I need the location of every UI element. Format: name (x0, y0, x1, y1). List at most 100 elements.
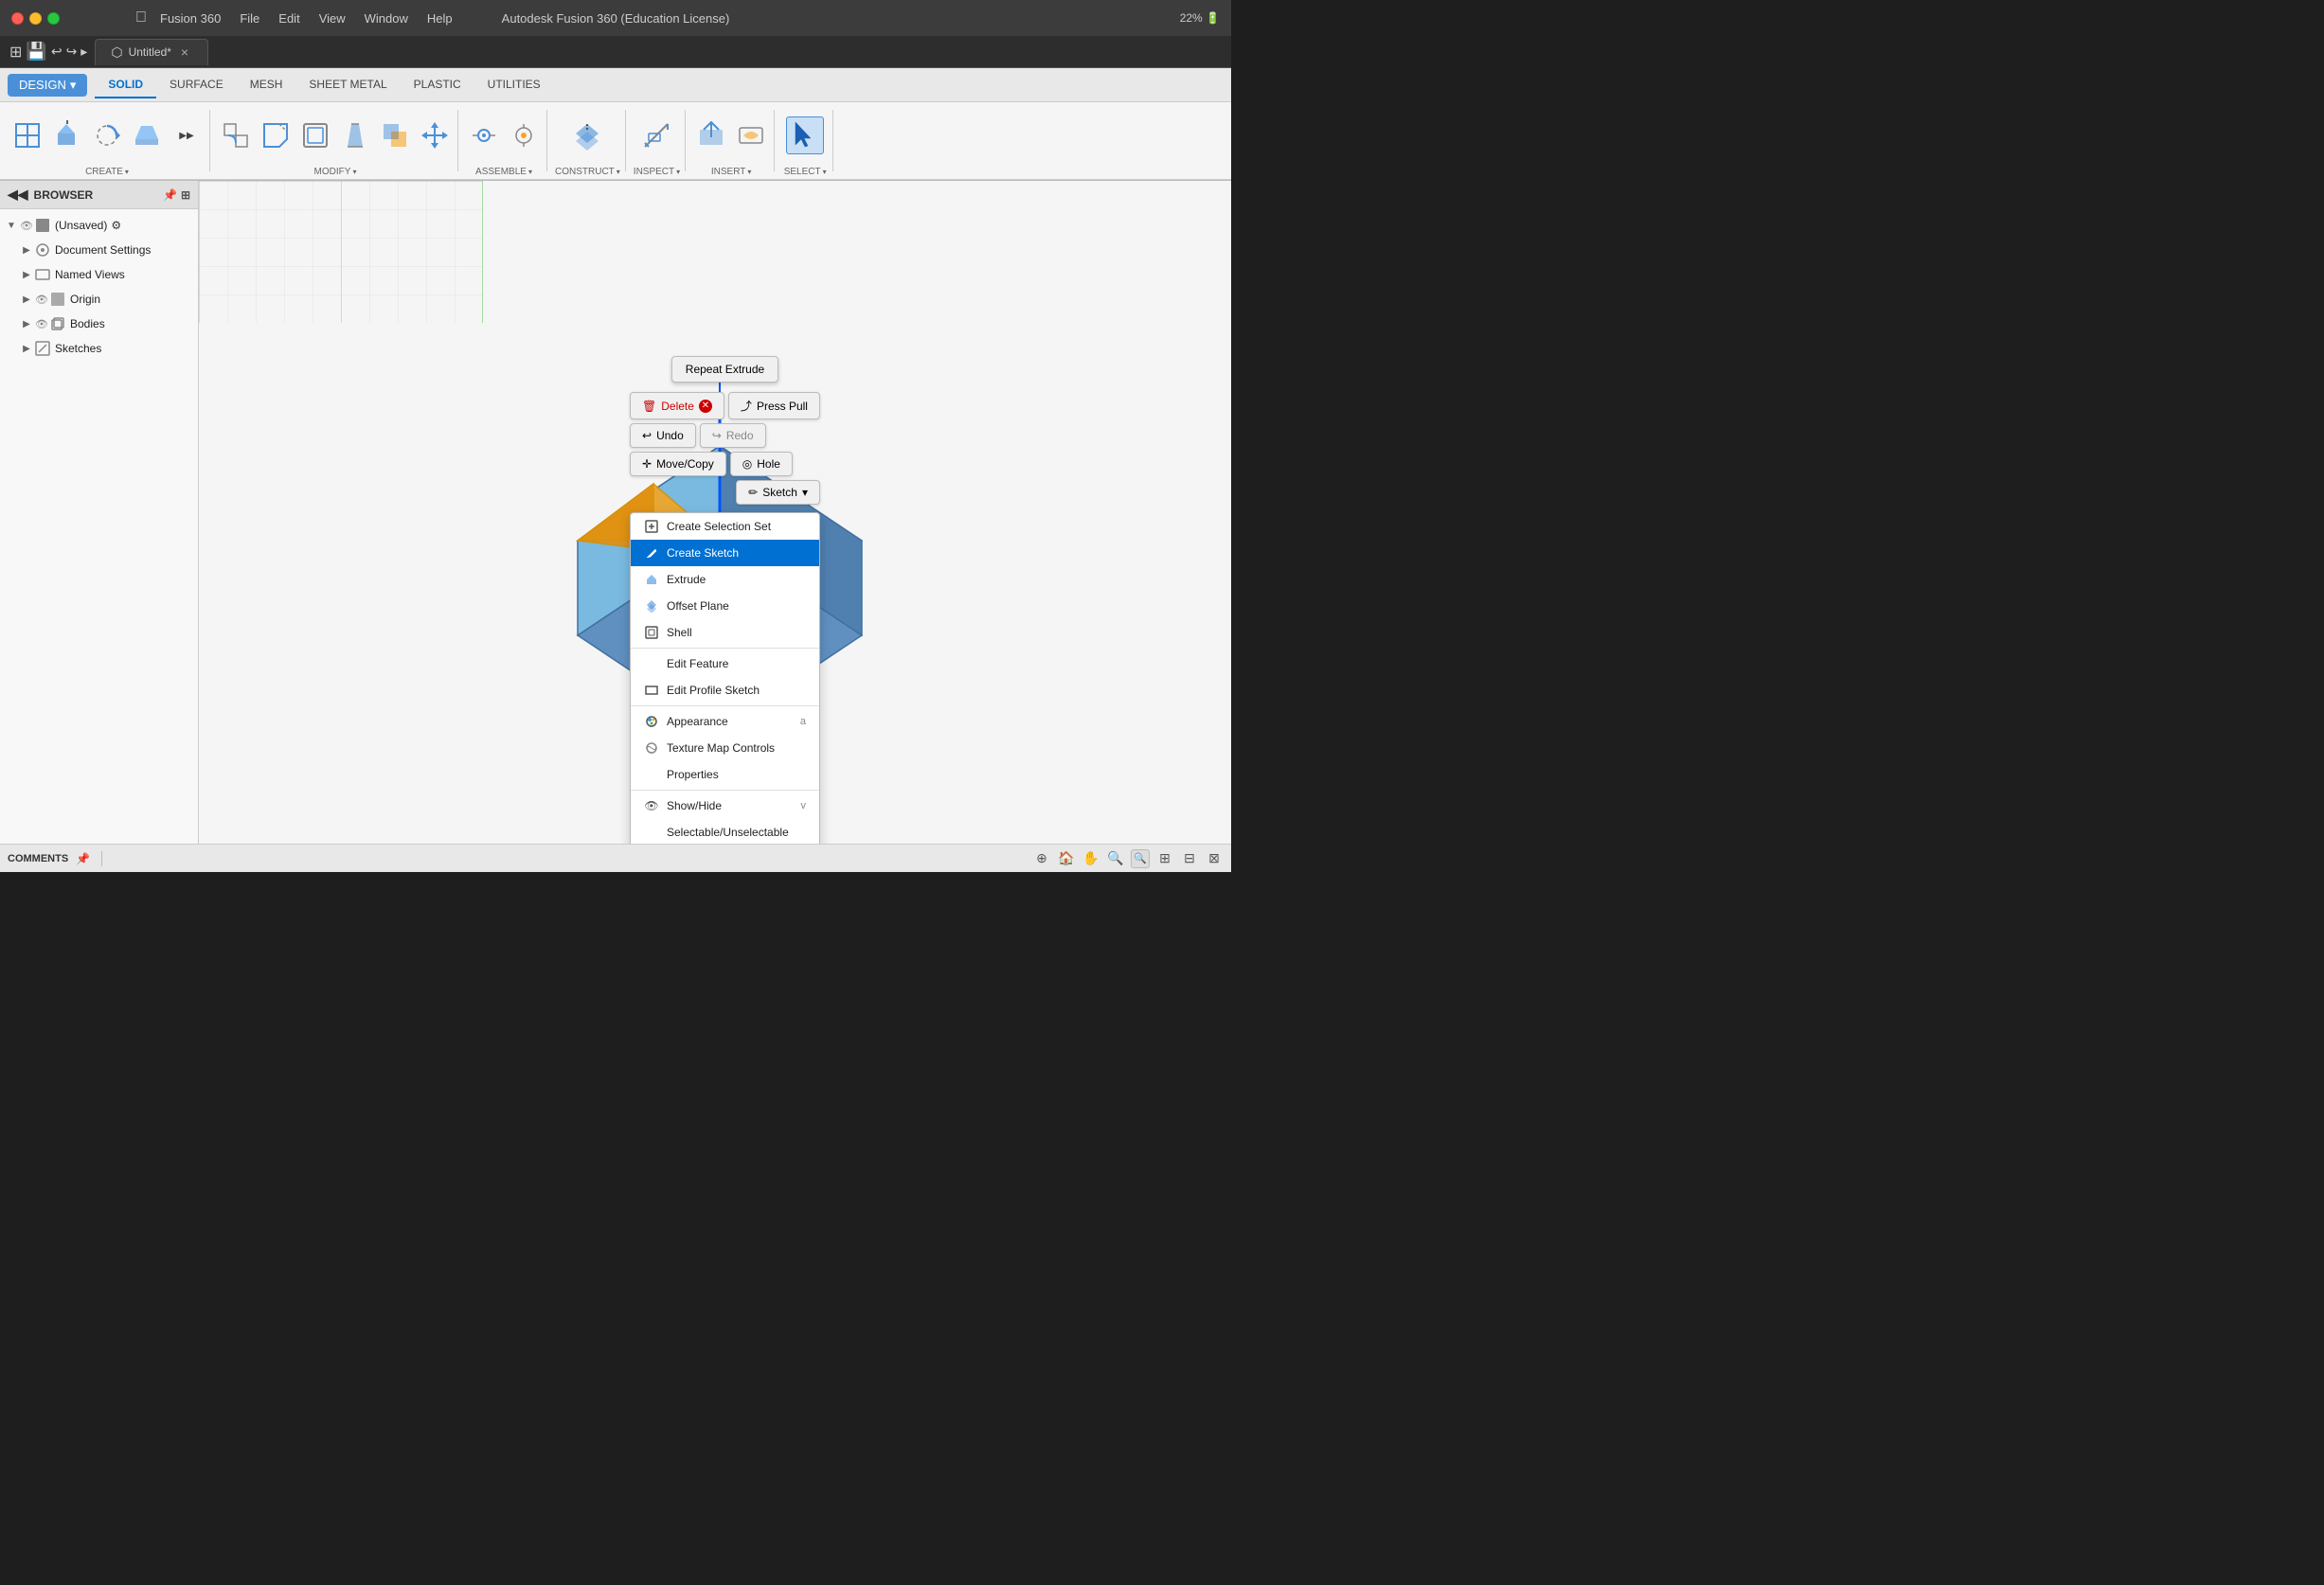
menu-item-texture-map[interactable]: Texture Map Controls (631, 735, 819, 761)
tab-solid[interactable]: SOLID (95, 72, 156, 98)
nav-home-icon[interactable]: 🏠 (1057, 849, 1076, 868)
hole-button[interactable]: ◎ Hole (730, 452, 793, 476)
combine-button[interactable] (377, 117, 413, 153)
insert-label[interactable]: INSERT ▾ (711, 165, 752, 177)
sketch-dropdown-button[interactable]: ✏ Sketch ▾ (736, 480, 820, 505)
construct-label[interactable]: CONSTRUCT ▾ (555, 165, 620, 177)
select-button[interactable] (786, 116, 824, 154)
menu-item-appearance[interactable]: Appearance a (631, 708, 819, 735)
delete-button[interactable]: 🗑 Delete ✕ (630, 392, 724, 419)
tree-item-bodies[interactable]: ▶ 👁 Bodies (0, 312, 198, 336)
shell-button[interactable] (297, 117, 333, 153)
menu-item-offset-plane[interactable]: Offset Plane (631, 593, 819, 619)
menubar-view[interactable]: View (313, 9, 351, 27)
tree-visible-bodies[interactable]: 👁 (34, 318, 49, 330)
menu-item-properties[interactable]: Properties (631, 761, 819, 788)
menu-item-extrude[interactable]: Extrude (631, 566, 819, 593)
tab-utilities[interactable]: UTILITIES (474, 72, 554, 98)
tree-visible-origin[interactable]: 👁 (34, 294, 49, 306)
redo-icon[interactable]: ↪ (66, 44, 78, 60)
menu-item-selectable[interactable]: Selectable/Unselectable (631, 819, 819, 844)
menubar-file[interactable]: File (234, 9, 265, 27)
menu-item-edit-profile-sketch[interactable]: Edit Profile Sketch (631, 677, 819, 703)
tree-visible-unsaved[interactable]: 👁 (19, 220, 34, 232)
repeat-extrude-button[interactable]: Repeat Extrude (671, 356, 778, 383)
tab-plastic[interactable]: PLASTIC (401, 72, 474, 98)
undo-icon[interactable]: ↩ (51, 44, 63, 60)
revolve-button[interactable] (89, 117, 125, 153)
nav-snap-icon[interactable]: ⊠ (1205, 849, 1224, 868)
design-button[interactable]: DESIGN ▾ (8, 74, 87, 97)
fillet-button[interactable] (218, 117, 254, 153)
nav-pan-icon[interactable]: ✋ (1082, 849, 1100, 868)
menu-item-edit-feature[interactable]: Edit Feature (631, 650, 819, 677)
nav-zoom-icon[interactable]: 🔍 (1106, 849, 1125, 868)
assemble-label[interactable]: ASSEMBLE ▾ (475, 165, 532, 177)
menubar-fusion360[interactable]: Fusion 360 (154, 9, 226, 27)
tree-expand-doc-settings[interactable]: ▶ (19, 245, 34, 256)
tree-item-doc-settings[interactable]: ▶ Document Settings (0, 238, 198, 262)
grid-icon[interactable]: ⊞ (9, 43, 22, 62)
nav-origin-icon[interactable]: ⊕ (1032, 849, 1051, 868)
menu-item-create-sketch[interactable]: Create Sketch (631, 540, 819, 566)
cube-icon: ⬡ (111, 45, 122, 61)
menubar-help[interactable]: Help (421, 9, 458, 27)
joint-origin-button[interactable] (506, 117, 542, 153)
chamfer-button[interactable] (258, 117, 294, 153)
move-icon (420, 120, 450, 151)
insert-icons (693, 106, 769, 165)
move-button[interactable] (417, 117, 453, 153)
browser-pin-icon[interactable]: 📌 (163, 188, 177, 202)
tree-settings-unsaved[interactable]: ⚙ (111, 219, 121, 232)
measure-button[interactable] (638, 117, 674, 153)
maximize-window-button[interactable] (47, 12, 60, 25)
tree-expand-unsaved[interactable]: ▼ (4, 221, 19, 231)
edit-feature-icon (644, 656, 659, 671)
tree-item-named-views[interactable]: ▶ Named Views (0, 262, 198, 287)
tab-sheet-metal[interactable]: SHEET METAL (295, 72, 400, 98)
redo-button[interactable]: ↪ Redo (700, 423, 766, 448)
undo-button[interactable]: ↩ Undo (630, 423, 696, 448)
browser-expand-icon[interactable]: ⊞ (181, 188, 190, 202)
offset-plane-button[interactable] (569, 117, 605, 153)
nav-zoom-fit-icon[interactable]: 🔍 (1131, 849, 1150, 868)
menubar-window[interactable]: Window (359, 9, 414, 27)
tree-item-sketches[interactable]: ▶ Sketches (0, 336, 198, 361)
document-tab[interactable]: ⬡ Untitled* × (95, 39, 208, 65)
menu-item-shell[interactable]: Shell (631, 619, 819, 646)
new-component-button[interactable] (9, 117, 45, 153)
minimize-window-button[interactable] (29, 12, 42, 25)
press-pull-button[interactable]: ⤴ Press Pull (728, 392, 820, 419)
tree-expand-bodies[interactable]: ▶ (19, 319, 34, 329)
menubar-edit[interactable]: Edit (273, 9, 305, 27)
insert-mesh-button[interactable] (693, 117, 729, 153)
bottom-pin-icon[interactable]: 📌 (76, 852, 90, 865)
decal-button[interactable] (733, 117, 769, 153)
tree-item-origin[interactable]: ▶ 👁 Origin (0, 287, 198, 312)
tree-expand-named-views[interactable]: ▶ (19, 270, 34, 280)
tree-expand-sketches[interactable]: ▶ (19, 344, 34, 354)
nav-display-mode-icon[interactable]: ⊞ (1155, 849, 1174, 868)
menu-item-show-hide[interactable]: 👁 Show/Hide v (631, 792, 819, 819)
loft-button[interactable] (129, 117, 165, 153)
tab-mesh[interactable]: MESH (237, 72, 296, 98)
nav-grid-icon[interactable]: ⊟ (1180, 849, 1199, 868)
tree-expand-origin[interactable]: ▶ (19, 294, 34, 305)
draft-button[interactable] (337, 117, 373, 153)
save-icon[interactable]: 💾 (26, 42, 46, 62)
extrude-button[interactable] (49, 117, 85, 153)
new-joint-button[interactable] (466, 117, 502, 153)
menu-item-create-selection-set[interactable]: Create Selection Set (631, 513, 819, 540)
more-create-button[interactable]: ▶▶ (169, 117, 205, 153)
select-label[interactable]: SELECT ▾ (784, 165, 827, 177)
tab-close-button[interactable]: × (177, 45, 192, 60)
modify-label[interactable]: MODIFY ▾ (314, 165, 357, 177)
viewport[interactable]: Repeat Extrude 🗑 Delete ✕ ⤴ Press Pull ↩ (199, 181, 1231, 844)
collapse-browser-icon[interactable]: ◀◀ (8, 187, 28, 203)
close-window-button[interactable] (11, 12, 24, 25)
move-copy-button[interactable]: ✛ Move/Copy (630, 452, 726, 476)
tab-surface[interactable]: SURFACE (156, 72, 237, 98)
inspect-label[interactable]: INSPECT ▾ (634, 165, 680, 177)
tree-item-unsaved[interactable]: ▼ 👁 (Unsaved) ⚙ (0, 213, 198, 238)
create-label[interactable]: CREATE ▾ (85, 165, 129, 177)
